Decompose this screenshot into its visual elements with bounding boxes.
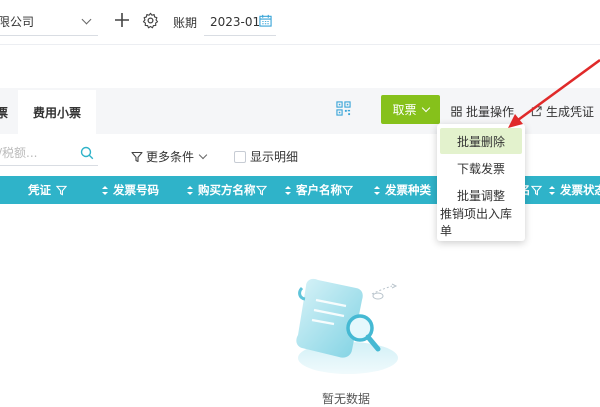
sort-icon[interactable] (549, 185, 555, 195)
empty-state-illustration (296, 278, 398, 374)
column-header-invoice-number[interactable]: 发票号码 (102, 176, 159, 204)
add-icon[interactable] (114, 12, 130, 28)
more-conditions-button[interactable]: 更多条件 (131, 148, 208, 165)
tab-expense-receipt[interactable]: 费用小票 (18, 90, 96, 134)
bulk-operations-button[interactable]: 批量操作 (451, 103, 514, 120)
top-bar: 限公司 账期 2023-01 (0, 0, 600, 45)
sort-icon[interactable] (187, 185, 193, 195)
show-detail-checkbox[interactable]: 显示明细 (234, 148, 298, 165)
filter-icon[interactable] (56, 185, 67, 196)
sort-icon[interactable] (374, 185, 380, 195)
search-placeholder: /税额... (0, 146, 38, 160)
column-header-buyer-name[interactable]: 购买方名称 (187, 176, 267, 204)
checkbox[interactable] (234, 150, 246, 163)
column-header-invoice-status[interactable]: 发票状态 (549, 176, 600, 204)
chevron-down-icon (421, 103, 430, 112)
column-header-customer-name[interactable]: 客户名称 (285, 176, 353, 204)
take-ticket-label: 取票 (392, 103, 417, 117)
period-value: 2023-01 (210, 14, 261, 29)
column-label: 发票种类 (385, 183, 431, 197)
chevron-down-icon (198, 150, 208, 159)
take-ticket-button[interactable]: 取票 (381, 95, 440, 124)
generate-voucher-button[interactable]: 生成凭证 (531, 103, 594, 120)
menu-item-bulk-delete[interactable]: 批量删除 (440, 128, 522, 154)
column-label: 购买方名称 (198, 183, 256, 197)
column-label: 凭证 (28, 183, 51, 197)
export-icon (531, 106, 542, 117)
calendar-icon[interactable] (259, 14, 272, 27)
column-header-invoice-type[interactable]: 发票种类 (374, 176, 431, 204)
grid-icon (451, 106, 462, 117)
column-label: 发票状态 (560, 183, 600, 197)
bulk-operations-menu: 批量删除 下载发票 批量调整 推销项出入库单 (437, 124, 525, 241)
period-label: 账期 (173, 16, 198, 30)
tab-invoice[interactable]: 票 (0, 90, 18, 134)
menu-item-sales-stock-slip[interactable]: 推销项出入库单 (440, 207, 522, 238)
company-name: 限公司 (0, 15, 35, 29)
qrcode-icon[interactable] (336, 101, 351, 116)
bulk-operations-label: 批量操作 (466, 105, 515, 119)
column-label: 客户名称 (296, 183, 342, 197)
company-select[interactable]: 限公司 (0, 8, 98, 36)
search-icon[interactable] (80, 146, 94, 160)
gear-icon[interactable] (142, 12, 159, 29)
search-input[interactable]: /税额... (0, 140, 98, 166)
generate-voucher-label: 生成凭证 (546, 105, 595, 119)
more-conditions-label: 更多条件 (146, 150, 195, 164)
sort-icon[interactable] (285, 185, 291, 195)
column-label: 发票号码 (113, 183, 159, 197)
filter-icon[interactable] (530, 185, 542, 196)
filter-icon[interactable] (342, 185, 353, 196)
menu-item-download-invoice[interactable]: 下载发票 (440, 155, 522, 181)
show-detail-label: 显示明细 (250, 150, 299, 164)
filter-icon[interactable] (255, 185, 267, 196)
column-header-voucher[interactable]: 凭证 (28, 176, 67, 204)
empty-state-text: 暂无数据 (322, 392, 371, 406)
sort-icon[interactable] (102, 185, 108, 195)
filter-icon (131, 151, 143, 162)
chevron-down-icon (81, 14, 92, 25)
